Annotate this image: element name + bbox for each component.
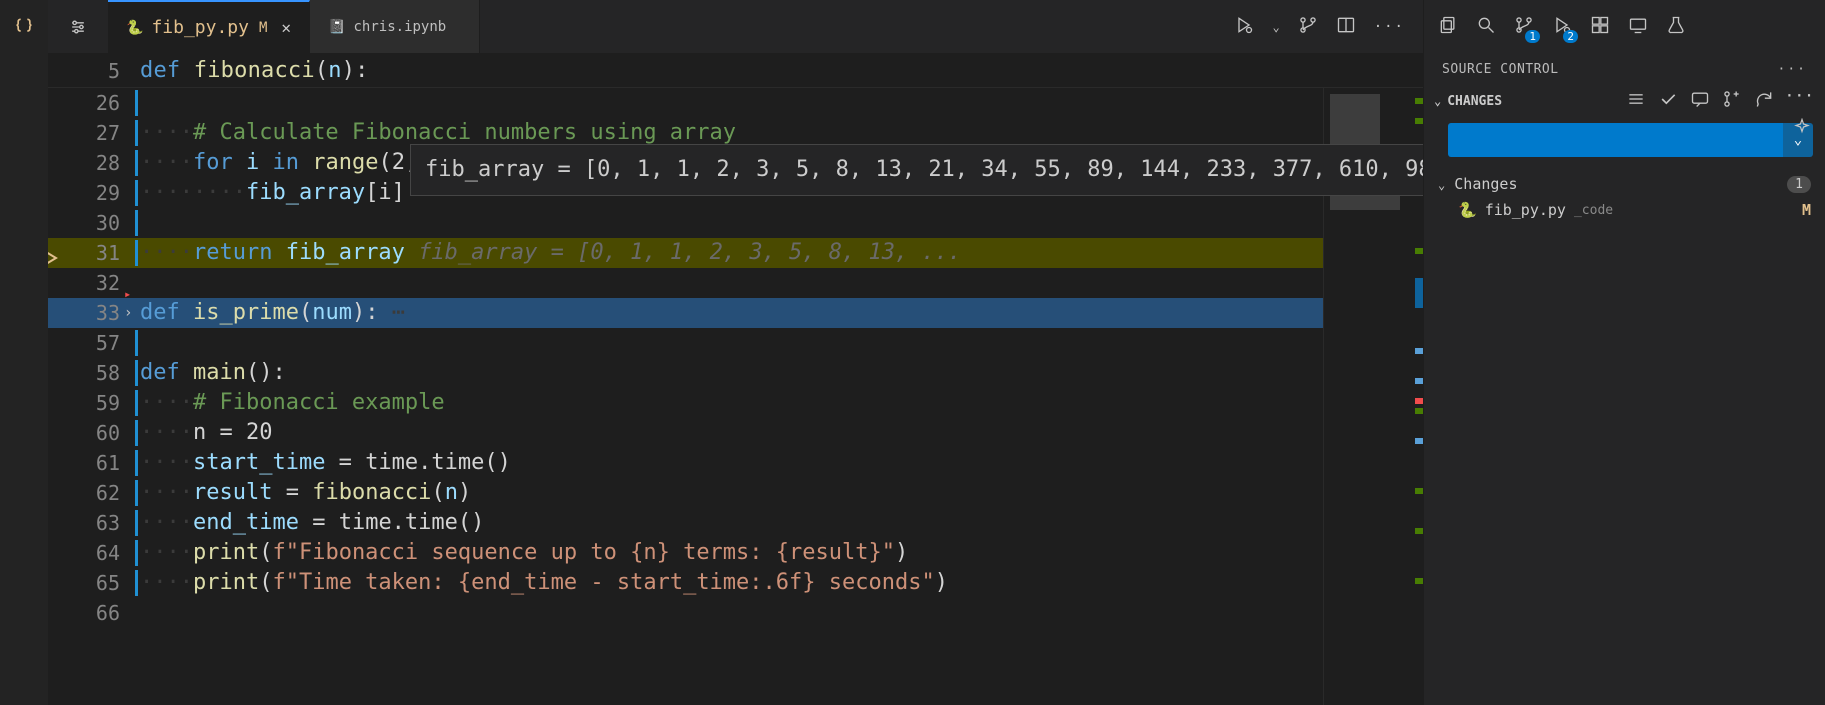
commit-button[interactable] [1448, 123, 1783, 157]
line-number: 57 [48, 328, 140, 358]
debug-inline-value: fib_array = [0, 1, 1, 2, 3, 5, 8, 13, ..… [418, 240, 961, 265]
changes-tree-header[interactable]: ⌄ Changes 1 [1434, 171, 1815, 197]
check-icon[interactable] [1658, 89, 1678, 113]
tab-modified-indicator: M [259, 20, 267, 36]
line-number: 29 [48, 178, 140, 208]
settings-toggle-icon[interactable] [48, 0, 108, 53]
chevron-down-icon[interactable]: ⌄ [1434, 94, 1441, 108]
extensions-icon[interactable] [1590, 15, 1610, 39]
line-number: 66 [48, 598, 140, 628]
badge-count: 2 [1563, 30, 1578, 43]
change-status: M [1802, 201, 1811, 219]
beaker-icon[interactable] [1666, 15, 1686, 39]
notebook-file-icon: 📓 [328, 19, 345, 35]
line-number: 5 [48, 59, 140, 83]
line-number: 65 [48, 568, 140, 598]
editor-body[interactable]: 26 27 ····# Calculate Fibonacci numbers … [48, 88, 1423, 705]
split-editor-icon[interactable] [1336, 15, 1356, 39]
changed-file-item[interactable]: 🐍 fib_py.py _code M [1434, 197, 1815, 223]
editor-tab-fib-py[interactable]: 🐍 fib_py.py M ✕ [108, 0, 310, 53]
sticky-code: def fibonacci(n): [140, 58, 369, 83]
sparkle-icon[interactable] [1793, 118, 1811, 140]
line-number: 26 [48, 88, 140, 118]
folded-function-row[interactable]: › 33 def is_prime(num): ⋯ [48, 298, 1323, 328]
python-file-icon: 🐍 [1458, 201, 1477, 219]
run-debug-icon[interactable]: 2 [1552, 15, 1572, 39]
line-number: 31 [48, 238, 140, 268]
fold-collapsed-icon[interactable]: › [124, 298, 132, 328]
changes-tree: ⌄ Changes 1 🐍 fib_py.py _code M [1424, 167, 1825, 227]
remote-icon[interactable] [1628, 15, 1648, 39]
line-number: 62 [48, 478, 140, 508]
badge-count: 1 [1525, 30, 1540, 43]
refresh-icon[interactable] [1754, 89, 1774, 113]
search-icon[interactable] [1476, 15, 1496, 39]
sticky-scroll[interactable]: 5 def fibonacci(n): [48, 54, 1423, 88]
panel-title: SOURCE CONTROL [1442, 62, 1559, 77]
message-icon[interactable] [1690, 89, 1710, 113]
activity-bar [0, 0, 48, 705]
close-icon[interactable]: ✕ [281, 18, 291, 37]
line-number: 32 ▸ [48, 268, 140, 298]
more-icon[interactable]: ··· [1778, 62, 1807, 77]
line-number: 61 [48, 448, 140, 478]
changes-label: CHANGES [1447, 94, 1502, 109]
panel-title-row: SOURCE CONTROL ··· [1424, 54, 1825, 85]
branch-plus-icon[interactable] [1722, 89, 1742, 113]
files-icon[interactable] [1438, 15, 1458, 39]
line-number: 30 [48, 208, 140, 238]
json-outline-icon[interactable] [10, 12, 38, 40]
more-icon[interactable]: ··· [1786, 89, 1815, 113]
editor-tab-chris-ipynb[interactable]: 📓 chris.ipynb [310, 0, 480, 53]
commit-row: ⌄ [1424, 117, 1825, 167]
source-control-icon[interactable]: 1 [1514, 15, 1534, 39]
source-control-panel: 1 2 SOURCE CONTROL ··· ⌄ CHANGES ··· [1423, 0, 1825, 705]
changed-file-name: fib_py.py [1485, 201, 1566, 219]
line-number: 63 [48, 508, 140, 538]
tab-bar: 🐍 fib_py.py M ✕ 📓 chris.ipynb ⌄ ··· [48, 0, 1423, 54]
tab-filename: fib_py.py [151, 17, 249, 38]
chevron-down-icon[interactable]: ⌄ [1272, 20, 1279, 34]
run-debug-icon[interactable] [1234, 15, 1254, 39]
more-icon[interactable]: ··· [1374, 19, 1405, 35]
view-list-icon[interactable] [1626, 89, 1646, 113]
line-number: 28 [48, 148, 140, 178]
current-execution-line: 31 ····return fib_array fib_array = [0, … [48, 238, 1323, 268]
line-number: 60 [48, 418, 140, 448]
chevron-down-icon[interactable]: ⌄ [1438, 178, 1445, 192]
branch-icon[interactable] [1298, 15, 1318, 39]
line-number: 64 [48, 538, 140, 568]
change-count-badge: 1 [1787, 176, 1811, 193]
editor-actions: ⌄ ··· [1234, 0, 1423, 53]
changes-subhead[interactable]: ⌄ CHANGES ··· [1424, 85, 1825, 117]
line-number: › 33 [48, 298, 140, 328]
line-number: 27 [48, 118, 140, 148]
editor-column: 🐍 fib_py.py M ✕ 📓 chris.ipynb ⌄ ··· 5 de… [48, 0, 1423, 705]
changed-file-path: _code [1574, 203, 1613, 218]
debug-hover-tooltip: fib_array = [0, 1, 1, 2, 3, 5, 8, 13, 21… [410, 144, 1423, 196]
panel-top-icons: 1 2 [1424, 0, 1825, 54]
tab-filename: chris.ipynb [354, 19, 447, 35]
line-number: 58 [48, 358, 140, 388]
line-number: 59 [48, 388, 140, 418]
python-file-icon: 🐍 [126, 20, 143, 36]
